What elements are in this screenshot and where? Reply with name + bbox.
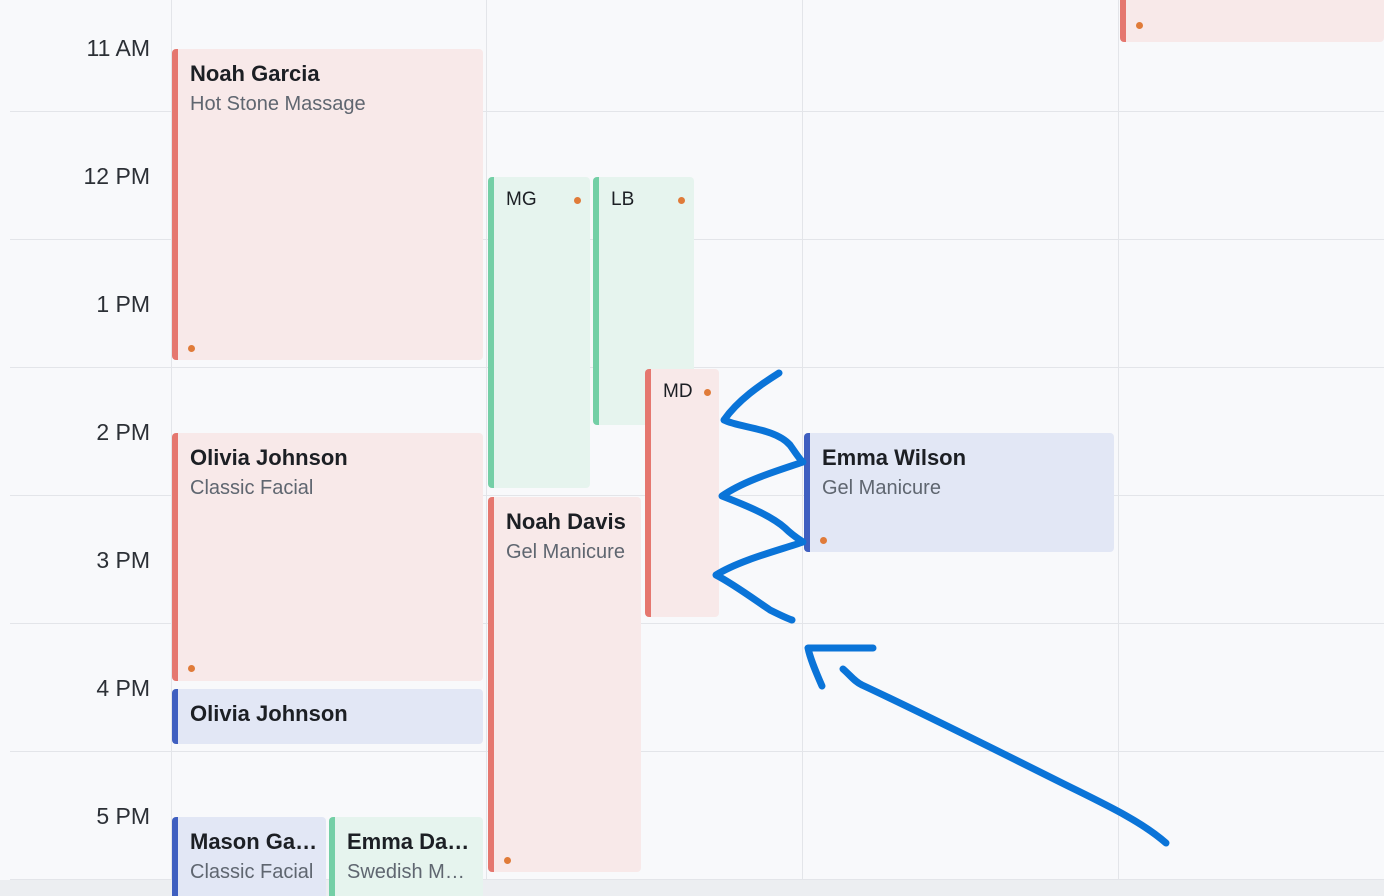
appointment-service: Classic Facial	[190, 477, 314, 499]
appointment-initials: LB	[611, 189, 635, 210]
time-label: 12 PM	[83, 163, 150, 189]
appointment-initials: MG	[506, 189, 537, 210]
appointment-mason[interactable]: Mason Garcia Classic Facial	[172, 817, 326, 896]
appointment-client: Noah Davis	[506, 509, 626, 534]
appointment-partial[interactable]	[1120, 0, 1384, 42]
appointment-client: Emma Wilson	[822, 445, 967, 470]
appointment-client: Olivia Johnson	[190, 701, 348, 726]
appointment-emma-wilson[interactable]: Emma Wilson Gel Manicure	[804, 433, 1114, 552]
status-dot	[678, 197, 685, 204]
time-label: 1 PM	[96, 291, 150, 317]
appointment-client: Emma Davis	[347, 829, 475, 854]
appointment-noah-davis[interactable]: Noah Davis Gel Manicure	[488, 497, 641, 872]
time-label: 5 PM	[96, 803, 150, 829]
appointment-olivia-johnson-2[interactable]: Olivia Johnson	[172, 689, 483, 744]
appointment-md[interactable]: MD	[645, 369, 719, 617]
appointment-service: Swedish Massage	[347, 861, 475, 883]
appointment-mg[interactable]: MG	[488, 177, 590, 488]
appointment-service: Hot Stone Massage	[190, 93, 366, 115]
time-label: 2 PM	[96, 419, 150, 445]
appointment-emma-davis[interactable]: Emma Davis Swedish Massage	[329, 817, 483, 896]
appointment-noah-garcia[interactable]: Noah Garcia Hot Stone Massage	[172, 49, 483, 360]
appointment-service: Gel Manicure	[506, 541, 625, 563]
status-dot	[188, 345, 195, 352]
hour-divider	[10, 367, 1384, 368]
status-dot	[188, 665, 195, 672]
appointment-client: Olivia Johnson	[190, 445, 348, 470]
hour-divider	[10, 751, 1384, 752]
appointment-initials: MD	[663, 381, 693, 402]
appointment-client: Mason Garcia	[190, 829, 318, 854]
time-label: 4 PM	[96, 675, 150, 701]
appointment-service: Gel Manicure	[822, 477, 941, 499]
appointment-service: Classic Facial	[190, 861, 314, 883]
status-dot	[1136, 22, 1143, 29]
status-dot	[504, 857, 511, 864]
column-divider	[802, 0, 803, 896]
status-dot	[704, 389, 711, 396]
status-dot	[574, 197, 581, 204]
status-dot	[820, 537, 827, 544]
column-divider	[1118, 0, 1119, 896]
column-divider	[486, 0, 487, 896]
appointment-client: Noah Garcia	[190, 61, 320, 86]
time-label: 11 AM	[86, 35, 151, 61]
time-label: 3 PM	[96, 547, 150, 573]
appointment-olivia-johnson[interactable]: Olivia Johnson Classic Facial	[172, 433, 483, 681]
